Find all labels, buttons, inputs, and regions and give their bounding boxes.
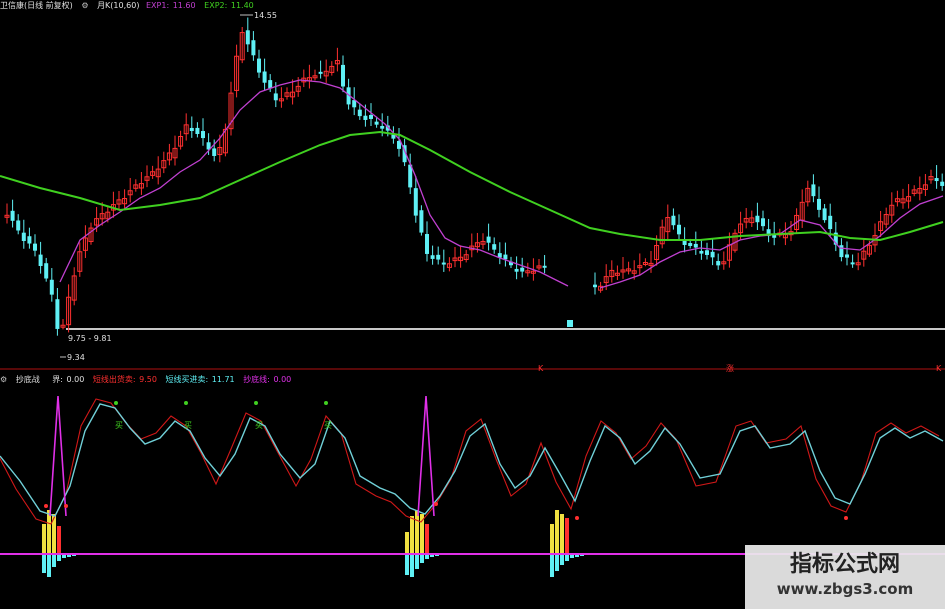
high-price-label: 14.55 bbox=[254, 11, 277, 20]
red-oscillator bbox=[0, 398, 940, 525]
signal-label-3: 买 bbox=[255, 421, 263, 430]
marker-k2: K bbox=[936, 364, 942, 373]
signal-dots bbox=[44, 401, 848, 520]
range-label: 9.75 - 9.81 bbox=[68, 334, 112, 343]
low-price-label: 9.34 bbox=[67, 353, 85, 362]
candle-group bbox=[4, 17, 945, 336]
signal-label-4: 买 bbox=[324, 421, 332, 430]
kline-chart[interactable]: 14.55 9.34 9.75 - 9.81 K 涨 K bbox=[0, 0, 945, 374]
marker-zhang: 涨 bbox=[726, 363, 734, 373]
small-candle bbox=[567, 320, 573, 327]
magenta-spikes bbox=[49, 395, 435, 517]
signal-label-2: 买 bbox=[184, 421, 192, 430]
watermark: 指标公式网 www.zbgs3.com bbox=[745, 545, 945, 609]
watermark-url: www.zbgs3.com bbox=[776, 580, 914, 598]
signal-label-1: 买 bbox=[115, 421, 123, 430]
marker-k1: K bbox=[538, 364, 544, 373]
signal-bars bbox=[42, 510, 584, 577]
cyan-oscillator bbox=[0, 403, 944, 517]
watermark-title: 指标公式网 bbox=[789, 552, 900, 577]
